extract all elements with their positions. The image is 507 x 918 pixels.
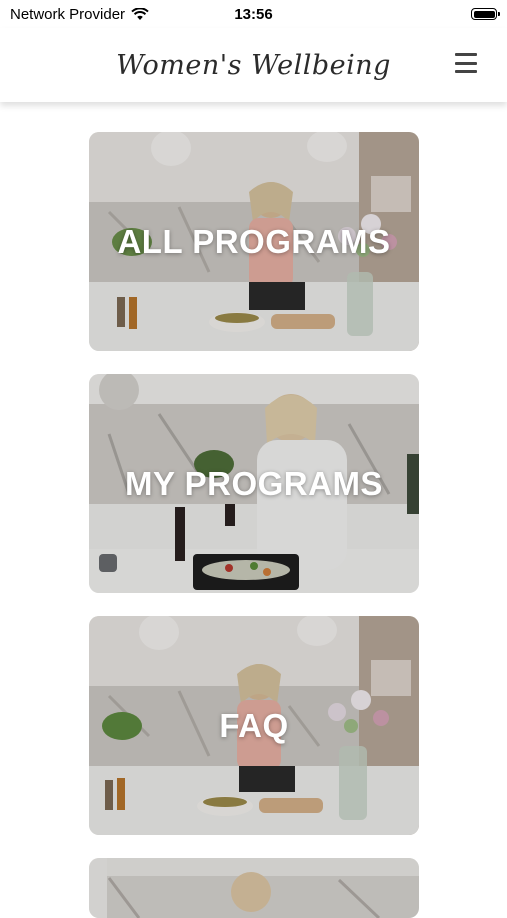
app-header: Women's Wellbeing [0, 28, 507, 102]
all-programs-card[interactable]: ALL PROGRAMS [89, 132, 419, 351]
my-programs-card[interactable]: MY PROGRAMS [89, 374, 419, 593]
faq-card[interactable]: FAQ [89, 616, 419, 835]
app-logo: Women's Wellbeing [116, 49, 391, 81]
battery-icon [471, 8, 500, 20]
hamburger-menu-icon[interactable] [455, 53, 477, 73]
status-bar: Network Provider 13:56 [0, 0, 507, 28]
faq-label: FAQ [219, 706, 289, 744]
carrier-group: Network Provider [10, 6, 149, 23]
all-programs-label: ALL PROGRAMS [117, 222, 391, 260]
my-programs-label: MY PROGRAMS [125, 464, 383, 502]
wifi-icon [131, 7, 149, 20]
program-card-4[interactable] [89, 858, 419, 918]
carrier-label: Network Provider [10, 5, 126, 23]
